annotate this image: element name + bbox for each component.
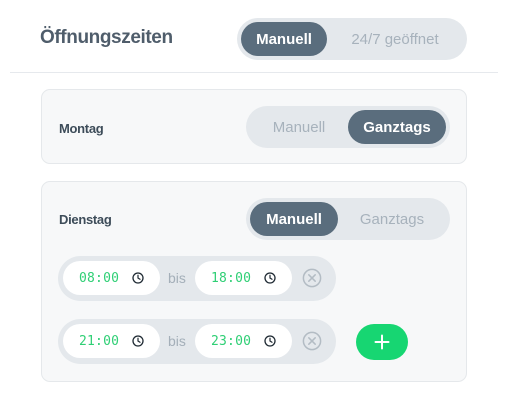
clock-icon[interactable] <box>264 335 276 347</box>
mode-24-7-button[interactable]: 24/7 geöffnet <box>327 22 463 56</box>
page-title: Öffnungszeiten <box>40 27 173 48</box>
plus-icon <box>374 334 390 350</box>
dienstag-mode-toggle: Manuell Ganztags <box>246 198 450 240</box>
montag-manual-button[interactable]: Manuell <box>250 110 348 144</box>
close-circle-icon[interactable] <box>302 331 322 351</box>
range-separator: bis <box>168 333 186 349</box>
montag-ganztags-button[interactable]: Ganztags <box>348 110 446 144</box>
time-to-value: 23:00 <box>211 333 252 349</box>
opening-mode-toggle: Manuell 24/7 geöffnet <box>237 18 467 60</box>
clock-icon[interactable] <box>132 272 144 284</box>
time-from-input[interactable]: 21:00 <box>63 324 160 358</box>
time-from-value: 21:00 <box>79 333 120 349</box>
time-to-input[interactable]: 18:00 <box>195 261 292 295</box>
time-from-value: 08:00 <box>79 270 120 286</box>
montag-mode-toggle: Manuell Ganztags <box>246 106 450 148</box>
dienstag-ganztags-button[interactable]: Ganztags <box>338 202 446 236</box>
time-from-input[interactable]: 08:00 <box>63 261 160 295</box>
range-separator: bis <box>168 270 186 286</box>
time-range-row: 08:00 bis 18:00 <box>58 256 336 301</box>
header-divider <box>10 72 498 73</box>
mode-manual-button[interactable]: Manuell <box>241 22 327 56</box>
day-label-dienstag: Dienstag <box>59 212 112 227</box>
time-to-value: 18:00 <box>211 270 252 286</box>
close-circle-icon[interactable] <box>302 268 322 288</box>
clock-icon[interactable] <box>132 335 144 347</box>
dienstag-manual-button[interactable]: Manuell <box>250 202 338 236</box>
clock-icon[interactable] <box>264 272 276 284</box>
add-time-range-button[interactable] <box>356 324 408 360</box>
time-to-input[interactable]: 23:00 <box>195 324 292 358</box>
time-range-row: 21:00 bis 23:00 <box>58 319 336 364</box>
day-label-montag: Montag <box>59 121 104 136</box>
